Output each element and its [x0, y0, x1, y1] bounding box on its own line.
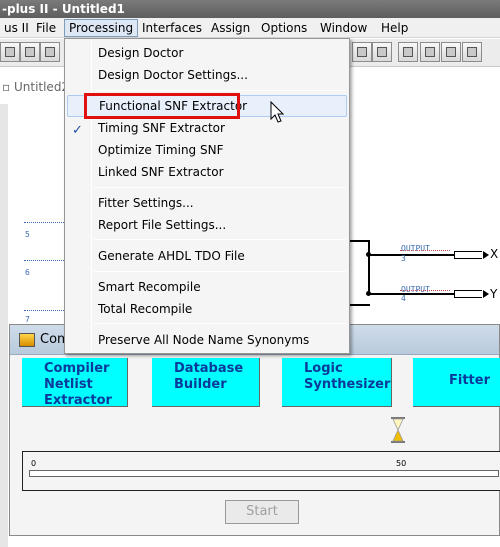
floorplan-icon[interactable] — [398, 42, 418, 62]
module-logic-synthesizer: Logic Synthesizer — [282, 358, 392, 407]
module-fitter: Fitter — [413, 358, 500, 407]
output-line — [400, 250, 450, 251]
menu-item-total-recompile[interactable]: Total Recompile — [67, 298, 347, 320]
output-line — [400, 290, 450, 291]
document-icon: ▫ — [2, 80, 11, 94]
menu-interfaces[interactable]: Interfaces — [138, 19, 206, 37]
wire — [350, 304, 370, 306]
output-tag: OUTPUT — [401, 244, 430, 253]
pin-line — [24, 222, 64, 223]
hierarchy-icon[interactable] — [372, 42, 392, 62]
checkmark-icon: ✓ — [72, 123, 83, 138]
progress-tick-label: 0 — [31, 459, 37, 468]
progress-tick-label: 50 — [396, 459, 407, 468]
output-pin-symbol[interactable] — [454, 290, 489, 298]
pin-number: 3 — [401, 254, 406, 263]
menu-separator — [94, 239, 346, 240]
menu-item-timing-snf-extractor[interactable]: Timing SNF Extractor — [67, 117, 347, 139]
title-bar: -plus II - Untitled1 — [0, 0, 500, 18]
cut-icon[interactable] — [40, 42, 60, 62]
compiler-icon — [19, 333, 35, 347]
menu-item-report-file-settings[interactable]: Report File Settings... — [67, 214, 347, 236]
pin-line — [24, 260, 64, 261]
programmer-icon[interactable] — [462, 42, 482, 62]
menu-assign[interactable]: Assign — [207, 19, 254, 37]
mouse-cursor-icon — [270, 101, 285, 123]
output-name: Y — [490, 287, 498, 301]
compiler-window: Com Compiler Netlist Extractor Database … — [9, 324, 500, 536]
document-tab[interactable]: ▫ Untitled2 — [0, 70, 70, 104]
save-icon[interactable] — [0, 42, 20, 62]
menu-item-design-doctor-settings[interactable]: Design Doctor Settings... — [67, 64, 347, 86]
menu-item-linked-snf-extractor[interactable]: Linked SNF Extractor — [67, 161, 347, 183]
menu-item-generate-ahdl-tdo-file[interactable]: Generate AHDL TDO File — [67, 245, 347, 267]
menu-file[interactable]: File — [32, 19, 60, 37]
menu-help[interactable]: Help — [377, 19, 412, 37]
pin-number: 6 — [25, 268, 30, 277]
workspace-edge — [0, 104, 8, 547]
menu-app[interactable]: us II — [0, 19, 33, 37]
document-tab-title: Untitled2 — [13, 80, 70, 94]
menu-item-fitter-settings[interactable]: Fitter Settings... — [67, 192, 347, 214]
hourglass-icon — [391, 417, 405, 443]
progress-panel: 0 50 — [22, 451, 500, 491]
wire — [350, 240, 370, 242]
menu-processing[interactable]: Processing — [64, 19, 139, 37]
print-icon[interactable] — [20, 42, 40, 62]
output-pin-symbol[interactable] — [454, 251, 489, 259]
menu-item-smart-recompile[interactable]: Smart Recompile — [67, 276, 347, 298]
module-database-builder: Database Builder — [152, 358, 260, 407]
pin-number: 7 — [25, 315, 30, 324]
processing-menu: Design Doctor Design Doctor Settings... … — [64, 38, 350, 354]
menu-item-preserve-all-node-name-synonyms[interactable]: Preserve All Node Name Synonyms — [67, 329, 347, 351]
menu-item-optimize-timing-snf[interactable]: Optimize Timing SNF — [67, 139, 347, 161]
highlight-box — [84, 93, 240, 119]
menu-options[interactable]: Options — [257, 19, 311, 37]
menu-separator — [94, 187, 346, 188]
pin-line — [24, 310, 64, 311]
pin-number: 5 — [25, 230, 30, 239]
menu-window[interactable]: Window — [316, 19, 371, 37]
menu-separator — [94, 271, 346, 272]
compile-icon[interactable] — [352, 42, 372, 62]
menu-separator — [94, 323, 346, 324]
window-title: -plus II - Untitled1 — [2, 2, 125, 16]
output-name: X — [490, 247, 499, 261]
junction-node — [366, 252, 371, 257]
junction-node — [366, 291, 371, 296]
pin-number: 4 — [401, 294, 406, 303]
menu-bar: us II File Processing Interfaces Assign … — [0, 18, 500, 38]
start-button[interactable]: Start — [225, 500, 299, 524]
menu-separator — [94, 90, 346, 91]
wire — [368, 240, 370, 295]
menu-item-design-doctor[interactable]: Design Doctor — [67, 42, 347, 64]
simulate-icon[interactable] — [420, 42, 440, 62]
wire — [370, 254, 455, 256]
progress-bar — [29, 470, 499, 477]
module-compiler-netlist-extractor: Compiler Netlist Extractor — [22, 358, 128, 408]
timing-icon[interactable] — [441, 42, 461, 62]
